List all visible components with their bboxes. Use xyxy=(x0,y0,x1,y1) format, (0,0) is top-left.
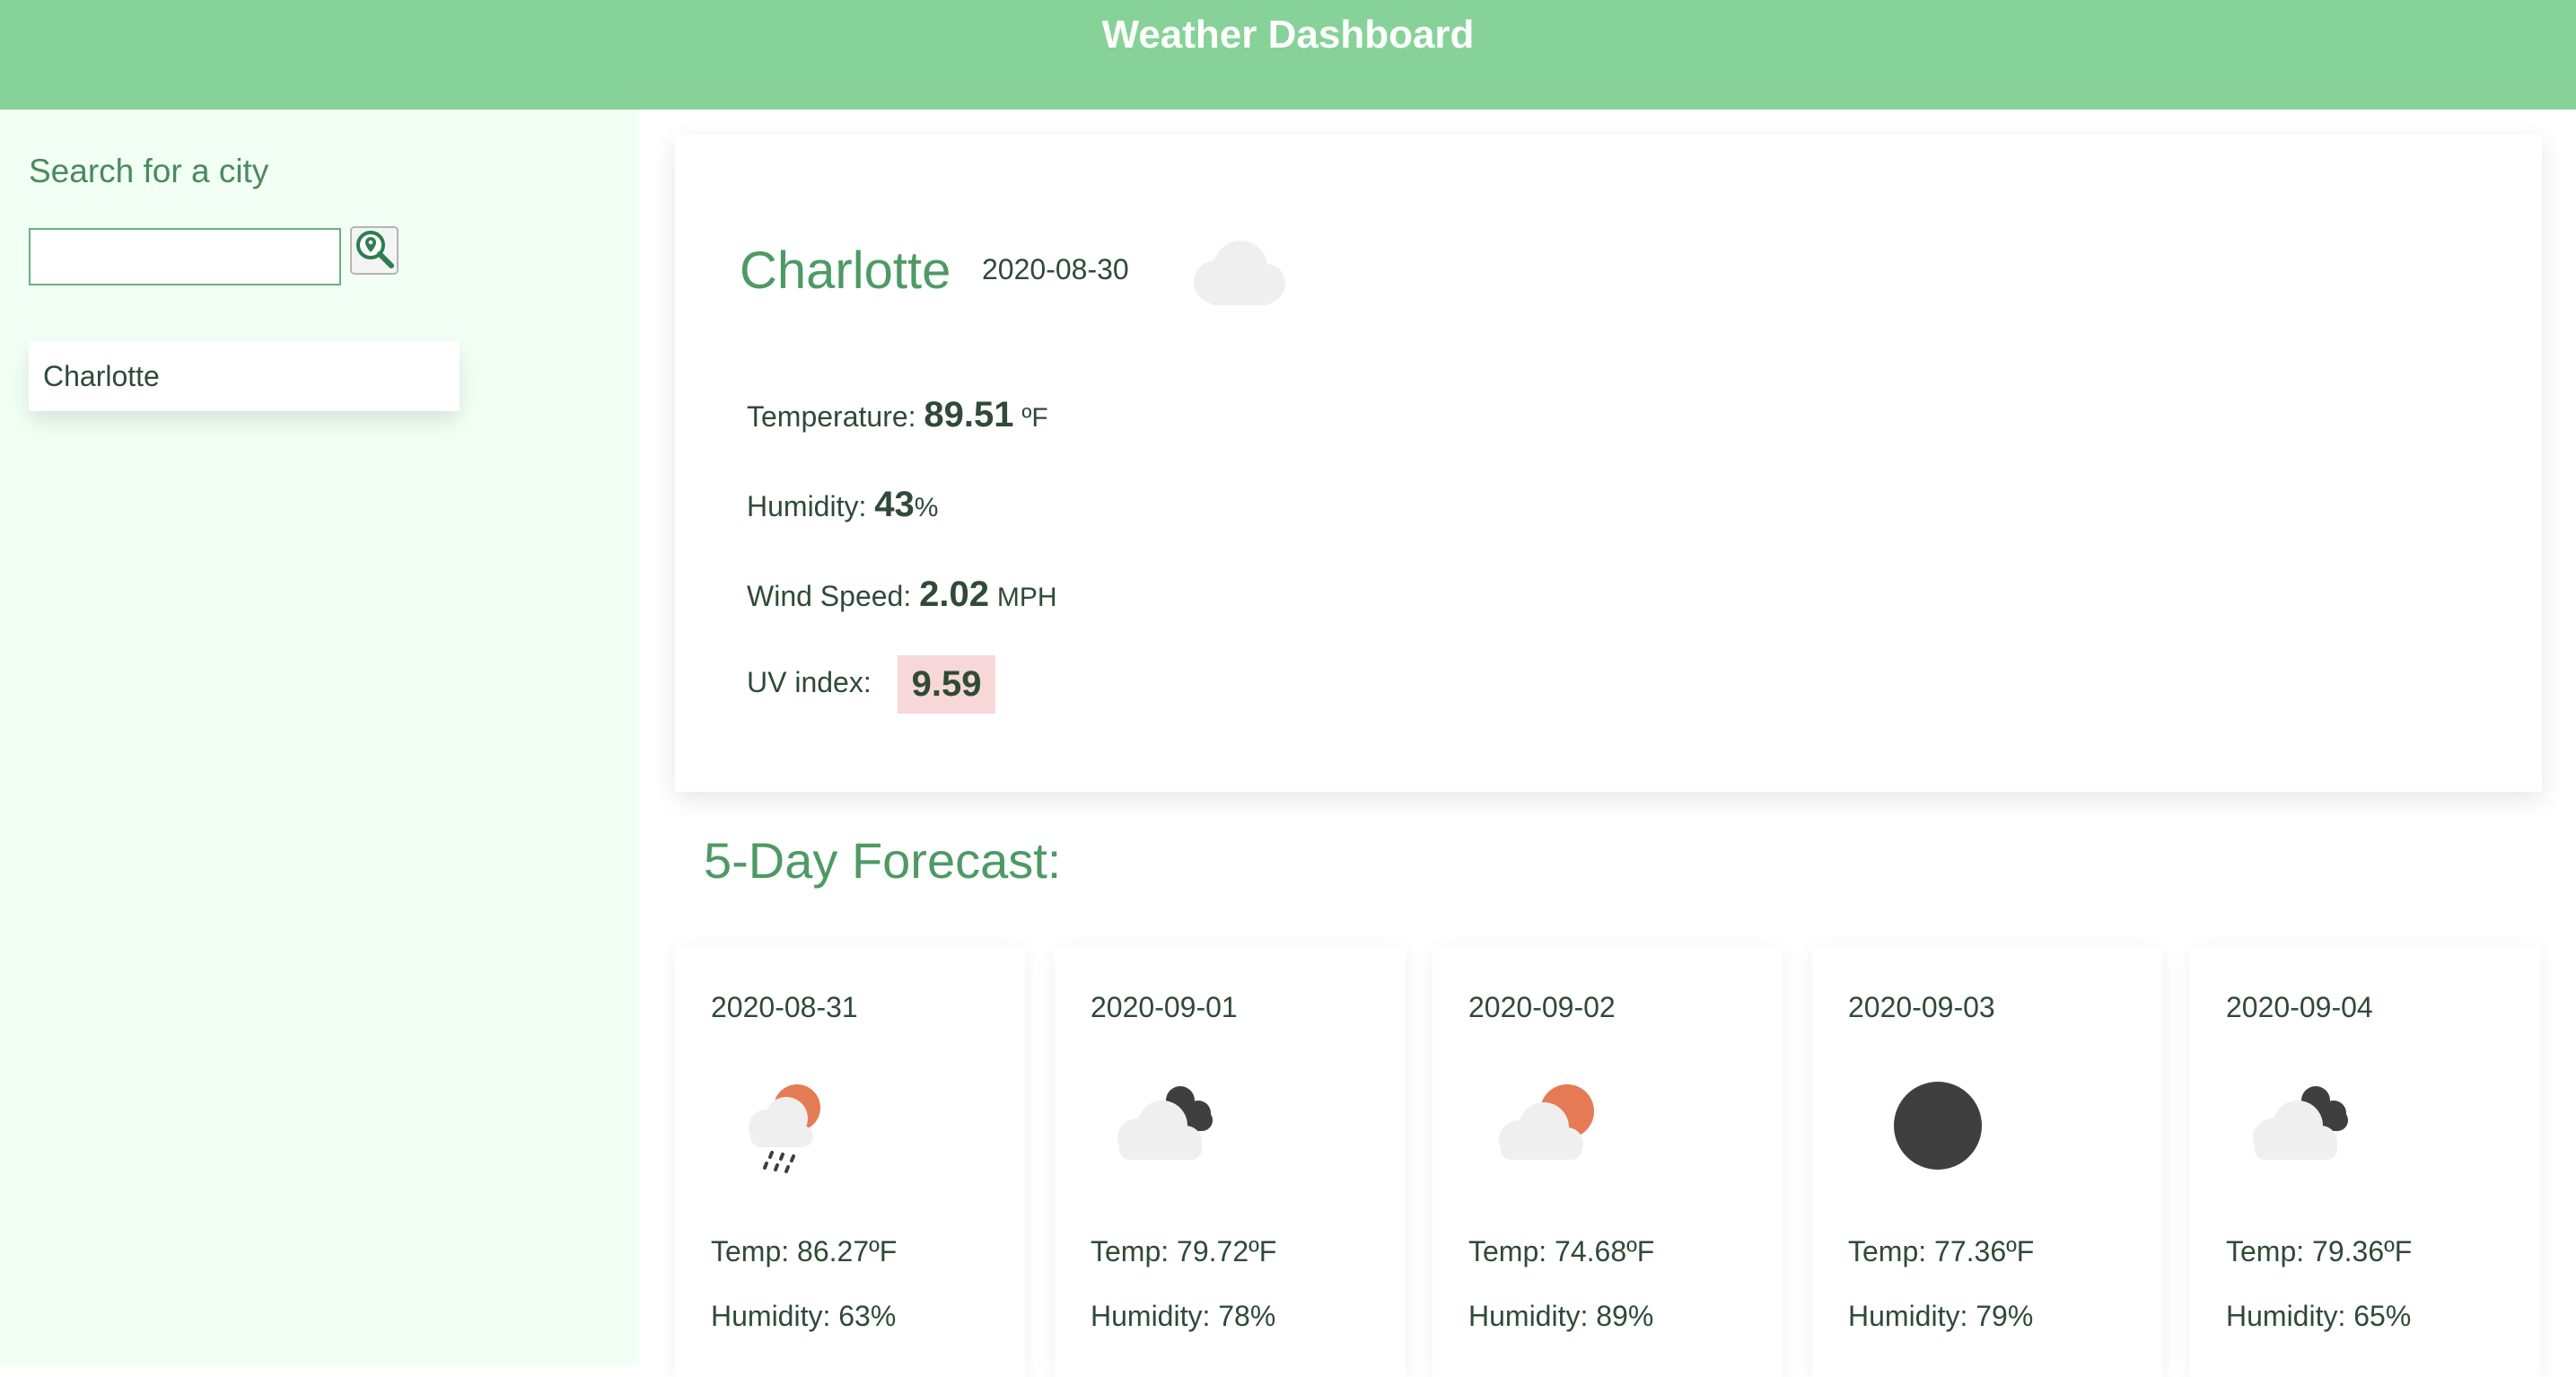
wind-row: Wind Speed: 2.02 MPH xyxy=(747,574,1057,615)
wind-label: Wind Speed: xyxy=(747,580,912,612)
app-header: Weather Dashboard xyxy=(0,0,2576,110)
forecast-date: 2020-08-31 xyxy=(711,991,858,1023)
forecast-temp: Temp: 79.36ºF xyxy=(2226,1235,2413,1267)
night-clear-icon xyxy=(1848,1063,1992,1184)
humidity-row: Humidity: 43% xyxy=(747,485,938,525)
wind-value: 2.02 xyxy=(919,574,989,614)
city-search-input[interactable] xyxy=(29,228,341,285)
humidity-unit: % xyxy=(914,493,939,522)
forecast-humidity: Humidity: 89% xyxy=(1468,1300,1654,1332)
forecast-date: 2020-09-04 xyxy=(2226,991,2373,1023)
current-date: 2020-08-30 xyxy=(982,253,1129,285)
uv-label: UV index: xyxy=(747,665,872,698)
dark-clouds-icon xyxy=(1091,1063,1234,1184)
current-weather-card: Charlotte 2020-08-30 Temperature: 89.51 … xyxy=(675,135,2542,792)
map-search-icon xyxy=(354,228,395,274)
forecast-humidity: Humidity: 65% xyxy=(2226,1300,2412,1332)
wind-unit: MPH xyxy=(996,583,1057,612)
forecast-date: 2020-09-01 xyxy=(1091,991,1238,1023)
cloud-icon xyxy=(1178,232,1294,317)
forecast-date: 2020-09-03 xyxy=(1848,991,1995,1023)
dark-clouds-icon xyxy=(2226,1063,2370,1184)
history-item-charlotte[interactable]: Charlotte xyxy=(29,341,460,411)
forecast-humidity: Humidity: 79% xyxy=(1848,1300,2034,1332)
temperature-label: Temperature: xyxy=(747,400,916,433)
sun-cloud-rain-icon xyxy=(711,1063,854,1184)
forecast-heading: 5-Day Forecast: xyxy=(704,832,1062,889)
forecast-temp: Temp: 77.36ºF xyxy=(1848,1235,2035,1267)
temperature-value: 89.51 xyxy=(924,395,1014,434)
forecast-card: 2020-09-01 Temp: 79.72ºF Humidity: 78% xyxy=(1055,946,1405,1377)
forecast-temp: Temp: 79.72ºF xyxy=(1091,1235,1277,1267)
forecast-humidity: Humidity: 63% xyxy=(711,1300,897,1332)
uv-row: UV index: 9.59 xyxy=(747,655,996,714)
forecast-date: 2020-09-02 xyxy=(1468,991,1616,1023)
humidity-value: 43 xyxy=(874,485,915,524)
humidity-label: Humidity: xyxy=(747,490,867,522)
forecast-temp: Temp: 86.27ºF xyxy=(711,1235,898,1267)
temperature-row: Temperature: 89.51 ºF xyxy=(747,395,1048,435)
sun-behind-cloud-icon xyxy=(1468,1063,1612,1184)
forecast-card: 2020-09-03 Temp: 77.36ºF Humidity: 79% xyxy=(1812,946,2162,1377)
uv-badge: 9.59 xyxy=(897,655,996,714)
forecast-temp: Temp: 74.68ºF xyxy=(1468,1235,1655,1267)
city-name: Charlotte xyxy=(740,241,951,300)
forecast-card: 2020-08-31 Temp: 86.27ºF Humidity: 63% xyxy=(675,946,1025,1377)
temperature-unit: ºF xyxy=(1021,403,1048,433)
app-title: Weather Dashboard xyxy=(1101,13,1475,57)
sidebar: Search for a city Charlotte xyxy=(0,110,639,1366)
search-heading: Search for a city xyxy=(29,153,269,189)
forecast-humidity: Humidity: 78% xyxy=(1091,1300,1276,1332)
forecast-card: 2020-09-04 Temp: 79.36ºF Humidity: 65% xyxy=(2190,946,2540,1377)
forecast-card: 2020-09-02 Temp: 74.68ºF Humidity: 89% xyxy=(1433,946,1783,1377)
search-button[interactable] xyxy=(350,226,399,275)
